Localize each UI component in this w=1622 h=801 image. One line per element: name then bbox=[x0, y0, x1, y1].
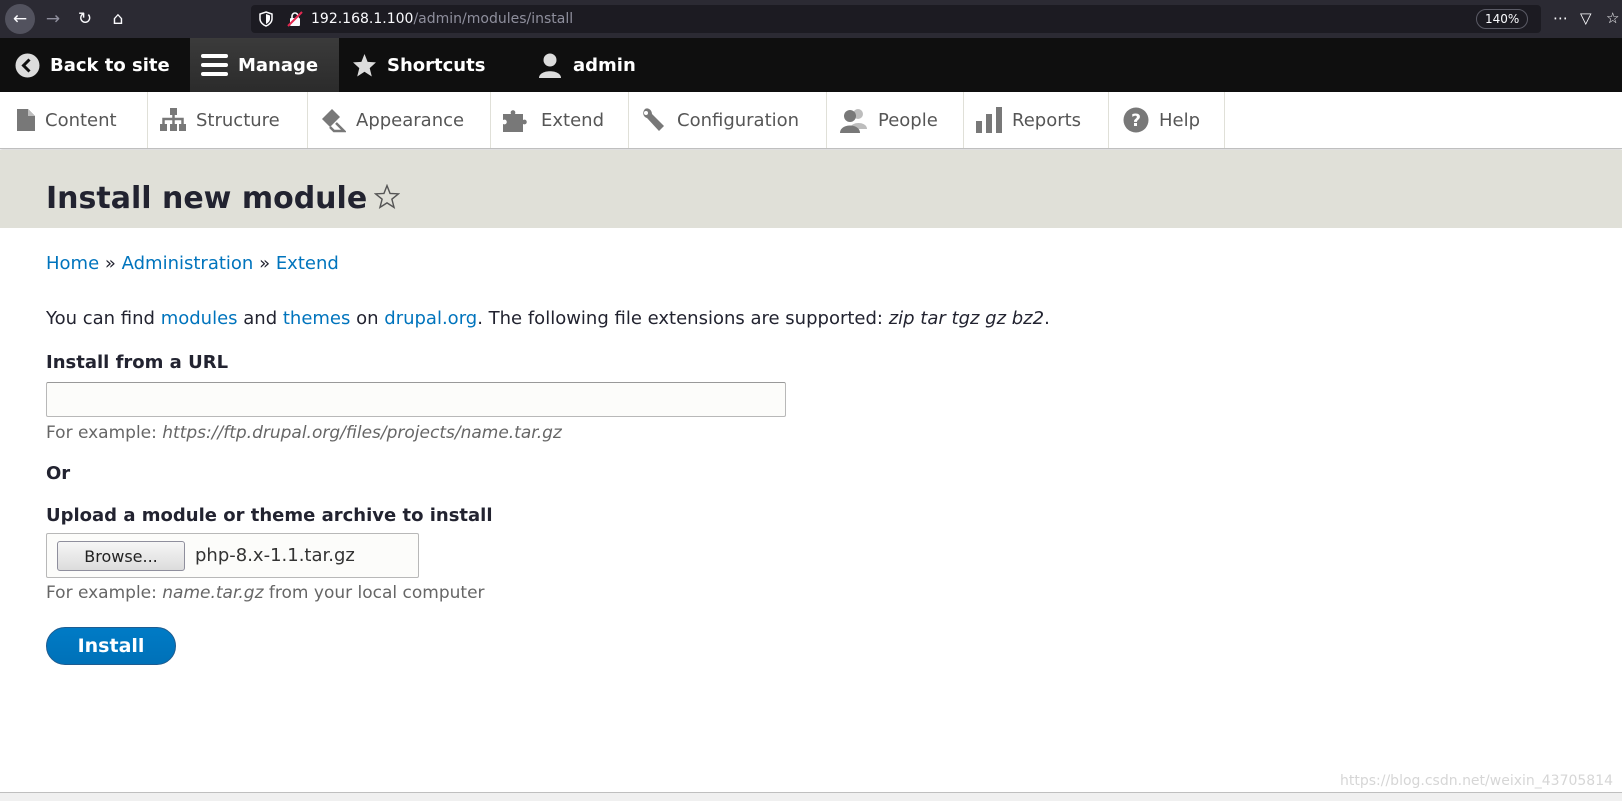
paintbrush-icon bbox=[322, 109, 346, 133]
url-field-description: For example: https://ftp.drupal.org/file… bbox=[46, 423, 562, 443]
people-icon bbox=[840, 109, 867, 133]
watermark: https://blog.csdn.net/weixin_43705814 bbox=[1340, 773, 1614, 789]
help-text: You can find modules and themes on drupa… bbox=[46, 308, 1050, 329]
file-upload-field[interactable]: Browse... php-8.x-1.1.tar.gz bbox=[46, 533, 419, 578]
description-prefix: For example: bbox=[46, 423, 163, 443]
description-example: https://ftp.drupal.org/files/projects/na… bbox=[162, 423, 562, 443]
tray-item-content[interactable]: Content bbox=[0, 92, 148, 148]
user-tab[interactable]: admin bbox=[537, 38, 636, 92]
url-host: 192.168.1.100 bbox=[311, 11, 414, 27]
admin-tray: Content Structure Appearance Extend Conf… bbox=[0, 92, 1622, 149]
modules-link[interactable]: modules bbox=[161, 308, 238, 329]
user-label: admin bbox=[573, 54, 636, 76]
tray-item-label: Appearance bbox=[356, 109, 465, 131]
shortcuts-tab[interactable]: Shortcuts bbox=[352, 38, 485, 92]
install-button[interactable]: Install bbox=[46, 627, 176, 665]
or-label: Or bbox=[46, 463, 71, 484]
page-title: Install new module bbox=[46, 181, 368, 216]
tray-item-structure[interactable]: Structure bbox=[148, 92, 308, 148]
tray-item-extend[interactable]: Extend bbox=[491, 92, 629, 148]
tray-item-label: Configuration bbox=[677, 109, 800, 131]
tray-item-reports[interactable]: Reports bbox=[964, 92, 1109, 148]
upload-field-description: For example: name.tar.gz from your local… bbox=[46, 583, 485, 603]
upload-field-label: Upload a module or theme archive to inst… bbox=[46, 505, 493, 526]
description-example: name.tar.gz bbox=[162, 583, 264, 603]
breadcrumb: Home » Administration » Extend bbox=[46, 253, 339, 274]
description-suffix: from your local computer bbox=[263, 583, 485, 603]
file-icon bbox=[17, 109, 35, 131]
selected-file-name: php-8.x-1.1.tar.gz bbox=[195, 545, 355, 566]
breadcrumb-separator: » bbox=[259, 253, 276, 274]
themes-link[interactable]: themes bbox=[283, 308, 351, 329]
shield-icon[interactable] bbox=[259, 11, 273, 27]
help-text-part: You can find bbox=[46, 308, 161, 329]
shortcuts-label: Shortcuts bbox=[387, 54, 486, 76]
breadcrumb-administration[interactable]: Administration bbox=[122, 253, 254, 274]
description-prefix: For example: bbox=[46, 583, 163, 603]
url-text[interactable]: 192.168.1.100/admin/modules/install bbox=[311, 11, 573, 27]
hamburger-icon bbox=[201, 54, 228, 76]
bookmark-star-icon[interactable]: ☆ bbox=[1606, 9, 1619, 27]
drupal-org-link[interactable]: drupal.org bbox=[384, 308, 477, 329]
bar-chart-icon bbox=[976, 107, 1002, 133]
back-to-site-label: Back to site bbox=[50, 54, 170, 76]
window-bottom-edge bbox=[0, 792, 1622, 801]
manage-label: Manage bbox=[238, 54, 319, 76]
tray-item-label: People bbox=[878, 109, 938, 131]
tray-item-label: Reports bbox=[1012, 109, 1082, 131]
help-text-part: and bbox=[237, 308, 283, 329]
zoom-level-badge[interactable]: 140% bbox=[1476, 9, 1529, 29]
help-text-part: . bbox=[1044, 308, 1050, 329]
breadcrumb-home[interactable]: Home bbox=[46, 253, 99, 274]
supported-extensions: zip tar tgz gz bz2 bbox=[888, 308, 1045, 329]
install-url-input[interactable] bbox=[46, 382, 786, 417]
admin-toolbar: Back to site Manage Shortcuts admin bbox=[0, 38, 1622, 92]
help-text-part: on bbox=[350, 308, 385, 329]
forward-arrow-icon[interactable]: → bbox=[38, 4, 68, 34]
help-text-part: . The following file extensions are supp… bbox=[477, 308, 889, 329]
puzzle-icon bbox=[503, 110, 527, 132]
tray-item-help[interactable]: ? Help bbox=[1109, 92, 1225, 148]
breadcrumb-extend[interactable]: Extend bbox=[276, 253, 339, 274]
tray-item-label: Extend bbox=[541, 109, 604, 131]
tray-item-people[interactable]: People bbox=[827, 92, 964, 148]
browser-toolbar: ← → ↻ ⌂ 192.168.1.100/admin/modules/inst… bbox=[0, 0, 1622, 38]
url-field-label: Install from a URL bbox=[46, 352, 229, 373]
shortcut-star-icon[interactable] bbox=[374, 184, 400, 210]
question-icon: ? bbox=[1123, 107, 1149, 133]
sitemap-icon bbox=[160, 108, 186, 131]
tray-item-appearance[interactable]: Appearance bbox=[308, 92, 491, 148]
more-actions-icon[interactable]: ⋯ bbox=[1553, 9, 1568, 27]
address-bar[interactable]: 192.168.1.100/admin/modules/install bbox=[251, 5, 1541, 33]
browse-button[interactable]: Browse... bbox=[57, 541, 185, 571]
breadcrumb-separator: » bbox=[104, 253, 122, 274]
tray-item-label: Help bbox=[1159, 109, 1201, 131]
svg-text:?: ? bbox=[1131, 111, 1141, 131]
user-icon bbox=[539, 53, 561, 78]
insecure-lock-icon[interactable] bbox=[287, 11, 303, 27]
back-circle-icon bbox=[15, 53, 40, 77]
back-to-site-link[interactable]: Back to site bbox=[15, 38, 170, 92]
home-icon[interactable]: ⌂ bbox=[103, 4, 133, 34]
wrench-icon bbox=[643, 108, 664, 131]
tray-item-label: Content bbox=[45, 109, 117, 131]
pocket-icon[interactable]: ▽ bbox=[1580, 9, 1592, 27]
reload-icon[interactable]: ↻ bbox=[70, 4, 100, 34]
url-path: /admin/modules/install bbox=[413, 11, 574, 27]
tray-item-configuration[interactable]: Configuration bbox=[629, 92, 827, 148]
back-arrow-icon[interactable]: ← bbox=[5, 4, 35, 34]
tray-item-label: Structure bbox=[196, 109, 280, 131]
manage-tab[interactable]: Manage bbox=[190, 38, 339, 92]
star-icon bbox=[353, 53, 376, 76]
